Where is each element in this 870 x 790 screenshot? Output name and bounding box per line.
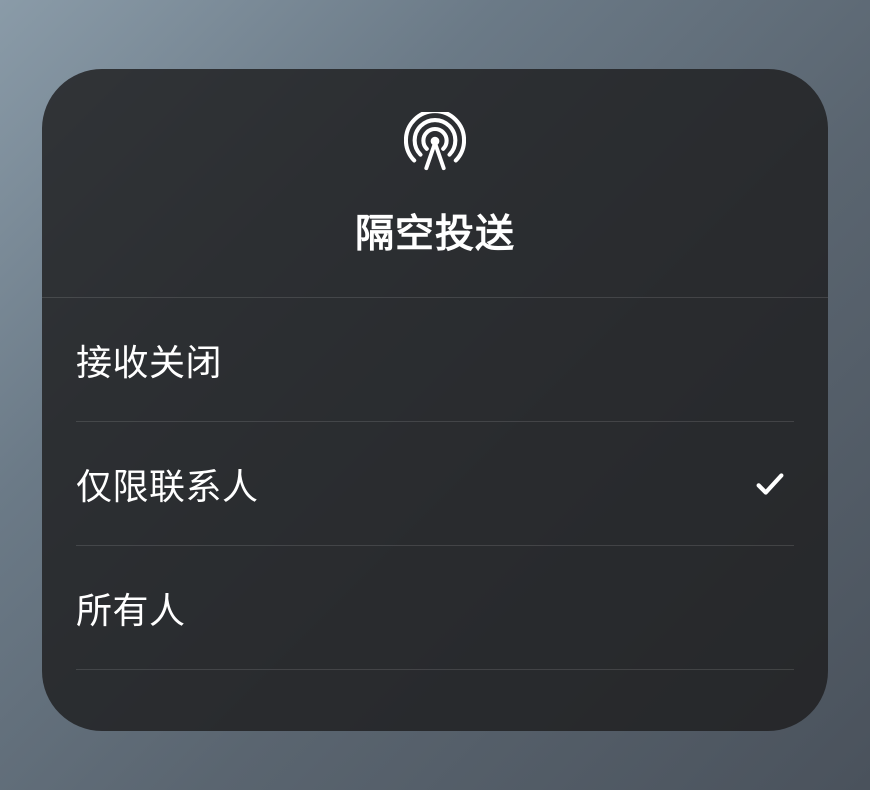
- options-list: 接收关闭 仅限联系人 所有人: [42, 298, 828, 731]
- panel-title: 隔空投送: [355, 203, 515, 259]
- option-everyone[interactable]: 所有人: [42, 546, 828, 670]
- airdrop-icon: [403, 111, 467, 175]
- option-label: 接收关闭: [76, 334, 222, 386]
- airdrop-panel: 隔空投送 接收关闭 仅限联系人 所有人: [42, 69, 828, 731]
- check-icon: [752, 466, 788, 502]
- option-label: 仅限联系人: [76, 458, 259, 510]
- option-label: 所有人: [76, 582, 186, 634]
- panel-header: 隔空投送: [42, 69, 828, 298]
- option-contacts-only[interactable]: 仅限联系人: [42, 422, 828, 546]
- option-receiving-off[interactable]: 接收关闭: [42, 298, 828, 422]
